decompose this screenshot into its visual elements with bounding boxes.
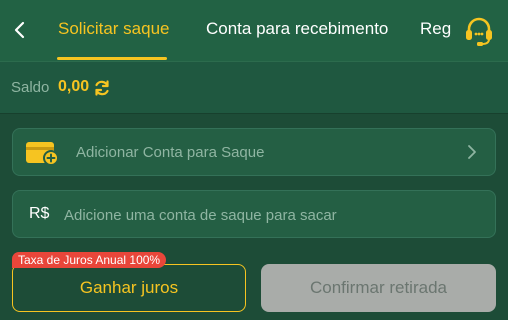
tab-registro-de-saque[interactable]: Registro de saque xyxy=(420,19,451,43)
add-account-label: Adicionar Conta para Saque xyxy=(76,144,265,161)
confirm-withdraw-button[interactable]: Confirmar retirada xyxy=(261,264,496,312)
add-withdraw-account-button[interactable]: Adicionar Conta para Saque xyxy=(12,128,496,176)
balance-label: Saldo xyxy=(11,79,50,96)
withdraw-amount-input[interactable] xyxy=(64,201,484,229)
interest-rate-badge: Taxa de Juros Anual 100% xyxy=(12,252,167,268)
tab-solicitar-saque[interactable]: Solicitar saque xyxy=(58,19,170,39)
earn-interest-button[interactable]: Ganhar juros xyxy=(12,264,246,312)
currency-label: R$ xyxy=(29,205,50,222)
amount-field: R$ xyxy=(12,190,496,238)
chevron-right-icon xyxy=(468,145,476,159)
chevron-left-icon[interactable] xyxy=(9,19,31,41)
tab-registro-label: Registro de saque xyxy=(420,19,451,38)
wallet-add-icon xyxy=(26,142,59,166)
refresh-icon[interactable] xyxy=(93,79,111,97)
headset-icon[interactable] xyxy=(462,14,496,48)
tab-conta-para-recebimento[interactable]: Conta para recebimento xyxy=(206,19,388,39)
section-divider xyxy=(0,113,508,114)
balance-value: 0,00 xyxy=(58,78,90,95)
active-tab-indicator xyxy=(57,57,167,60)
